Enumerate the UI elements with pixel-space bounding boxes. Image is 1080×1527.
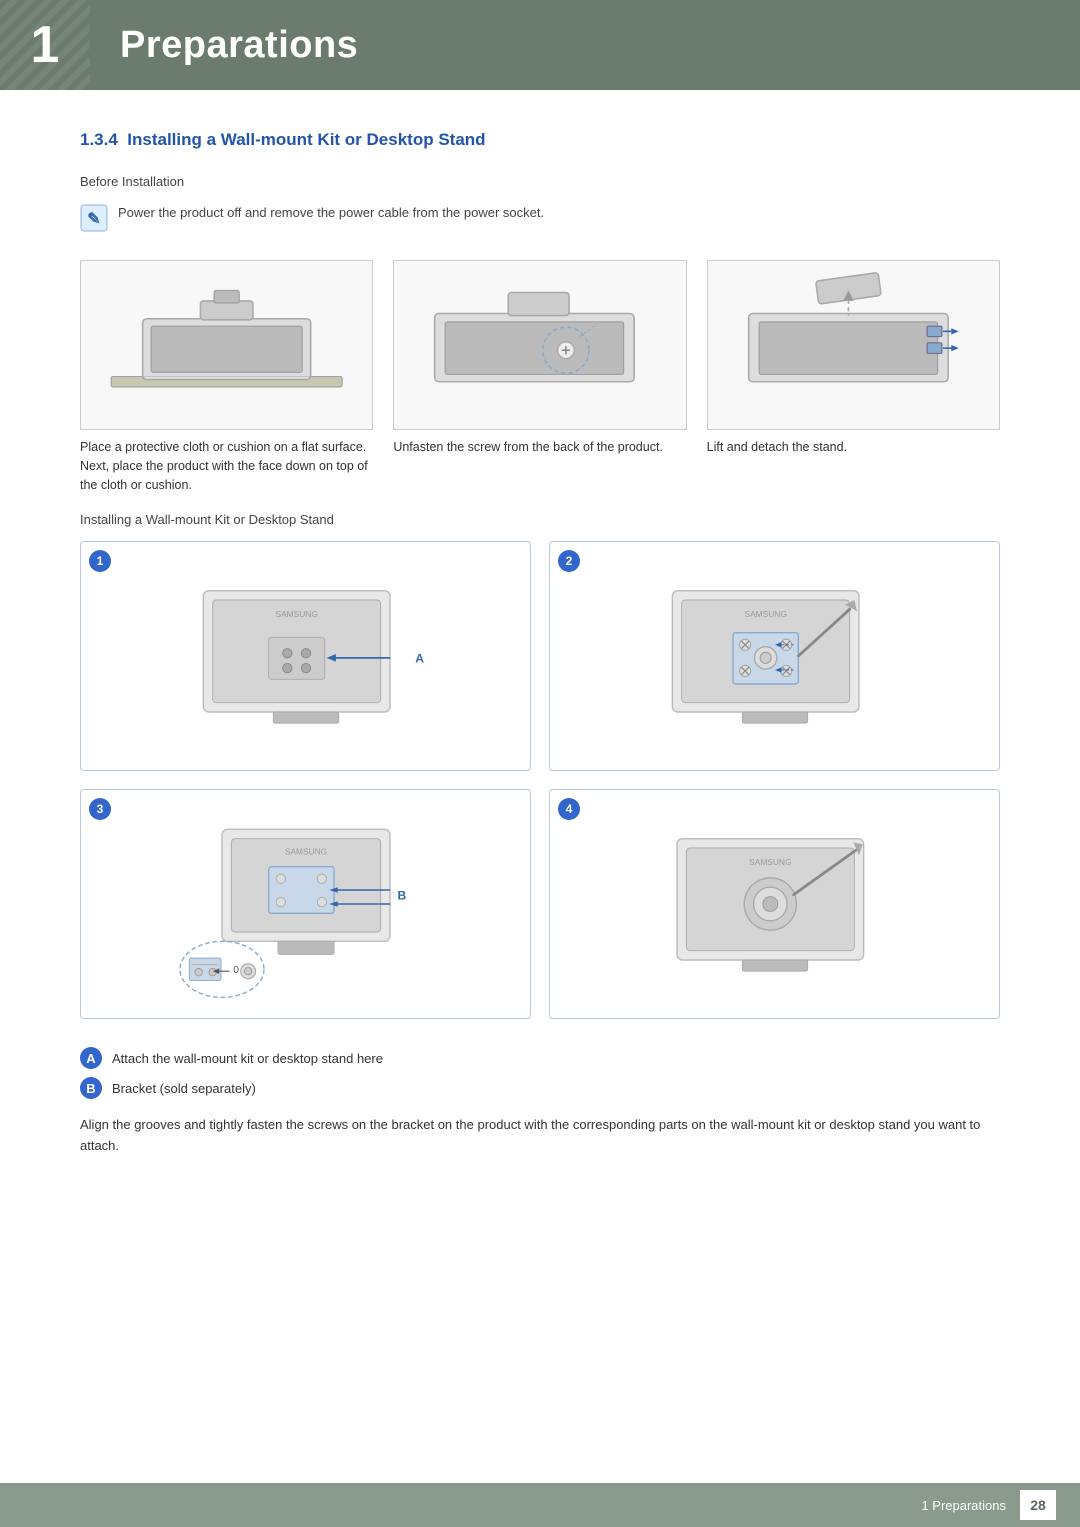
prep-image-1: Place a protective cloth or cushion on a…	[80, 260, 373, 494]
svg-text:SAMSUNG: SAMSUNG	[744, 609, 786, 619]
main-content: 1.3.4 Installing a Wall-mount Kit or Des…	[0, 90, 1080, 1217]
prep-diagram-3	[707, 260, 1000, 430]
chapter-header: 1 Preparations	[0, 0, 1080, 90]
svg-text:0: 0	[233, 965, 239, 976]
prep-diagram-1	[80, 260, 373, 430]
svg-text:SAMSUNG: SAMSUNG	[284, 847, 326, 857]
caption-2: Unfasten the screw from the back of the …	[393, 438, 686, 457]
svg-text:SAMSUNG: SAMSUNG	[275, 609, 317, 619]
footer-text: 1 Preparations	[921, 1498, 1006, 1513]
section-heading: 1.3.4 Installing a Wall-mount Kit or Des…	[80, 130, 1000, 156]
step-box-4: 4 SAMSUNG	[549, 789, 1000, 1019]
svg-text:✎: ✎	[87, 211, 100, 228]
legend-text-a: Attach the wall-mount kit or desktop sta…	[112, 1051, 383, 1066]
note-row: ✎ Power the product off and remove the p…	[80, 203, 1000, 232]
svg-text:A: A	[415, 652, 424, 666]
bottom-note: Align the grooves and tightly fasten the…	[80, 1115, 1000, 1157]
caption-3: Lift and detach the stand.	[707, 438, 1000, 457]
step-svg-2: SAMSUNG	[635, 561, 915, 751]
legend-circle-a: A	[80, 1047, 102, 1069]
caption-1: Place a protective cloth or cushion on a…	[80, 438, 373, 494]
footer-page: 28	[1020, 1490, 1056, 1520]
legend-circle-b: B	[80, 1077, 102, 1099]
legend-row-b: B Bracket (sold separately)	[80, 1077, 1000, 1099]
steps-grid: 1 SAMSUNG A 2	[80, 541, 1000, 1019]
step-number-2: 2	[558, 550, 580, 572]
step-box-1: 1 SAMSUNG A	[80, 541, 531, 771]
step-svg-3: SAMSUNG B	[166, 804, 446, 1004]
chapter-number: 1	[0, 0, 90, 90]
step-number-1: 1	[89, 550, 111, 572]
prep-images-row: Place a protective cloth or cushion on a…	[80, 260, 1000, 494]
prep-diagram-2	[393, 260, 686, 430]
step-number-3: 3	[89, 798, 111, 820]
step-number-4: 4	[558, 798, 580, 820]
note-icon: ✎	[80, 204, 108, 232]
step-box-3: 3 SAMSUNG B	[80, 789, 531, 1019]
prep-image-3: Lift and detach the stand.	[707, 260, 1000, 494]
legend-text-b: Bracket (sold separately)	[112, 1081, 256, 1096]
prep-image-2: Unfasten the screw from the back of the …	[393, 260, 686, 494]
footer: 1 Preparations 28	[0, 1483, 1080, 1527]
note-text: Power the product off and remove the pow…	[118, 203, 544, 223]
step-svg-1: SAMSUNG A	[166, 561, 446, 751]
before-installation-label: Before Installation	[80, 174, 1000, 189]
legend-row-a: A Attach the wall-mount kit or desktop s…	[80, 1047, 1000, 1069]
svg-text:SAMSUNG: SAMSUNG	[749, 857, 791, 867]
installing-heading: Installing a Wall-mount Kit or Desktop S…	[80, 512, 1000, 527]
step-svg-4: SAMSUNG	[635, 809, 915, 999]
chapter-title: Preparations	[120, 24, 358, 67]
step-box-2: 2 SAMSUNG	[549, 541, 1000, 771]
svg-text:B: B	[397, 889, 406, 903]
